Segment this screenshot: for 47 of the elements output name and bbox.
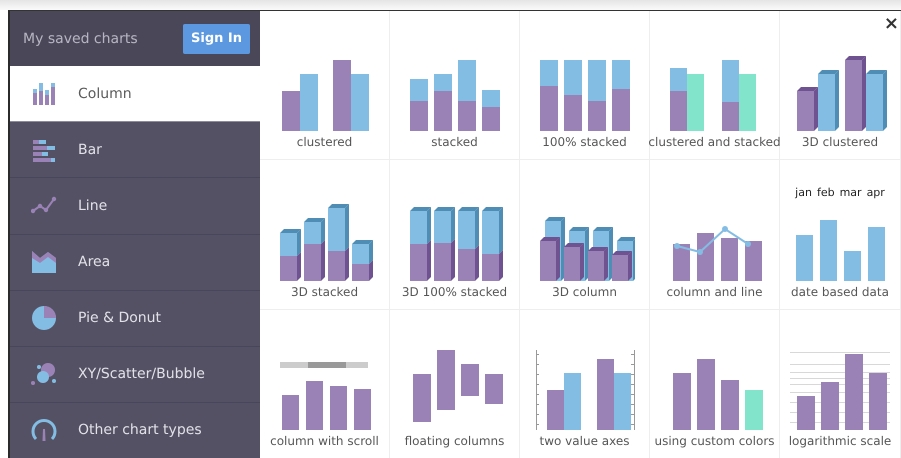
- chart-type-menu-item[interactable]: Area: [10, 234, 260, 291]
- chart-option-tile[interactable]: 3D column: [520, 160, 650, 310]
- close-button[interactable]: ×: [882, 15, 901, 33]
- pie-chart-icon: [31, 305, 57, 332]
- chart-type-menu-item[interactable]: Bar: [10, 122, 260, 178]
- menu-item-label: Other chart types: [78, 422, 202, 438]
- menu-item-label: Bar: [78, 142, 102, 158]
- scatter-chart-icon: [31, 361, 57, 388]
- chart-option-tile[interactable]: stacked: [390, 11, 520, 160]
- menu-item-label: Line: [78, 198, 108, 214]
- chart-option-label: column and line: [666, 284, 763, 299]
- chart-option-tile[interactable]: column and line: [650, 160, 780, 310]
- chart-option-tile[interactable]: clustered and stacked: [650, 11, 780, 160]
- chart-option-label: two value axes: [540, 434, 630, 448]
- chart-type-menu-item[interactable]: XY/Scatter/Bubble: [10, 346, 260, 403]
- chart-option-tile[interactable]: clustered: [260, 11, 390, 160]
- month-label: feb: [816, 186, 835, 199]
- menu-item-label: Area: [78, 254, 110, 270]
- menu-item-label: XY/Scatter/Bubble: [78, 366, 205, 382]
- month-label: apr: [866, 186, 885, 199]
- chart-option-label: column with scroll: [270, 434, 379, 448]
- chart-option-label: 3D 100% stacked: [402, 284, 508, 299]
- chart-type-menu-item[interactable]: Column: [10, 66, 260, 122]
- chart-option-tile[interactable]: jan feb mar apr date based data: [780, 160, 901, 310]
- chart-option-label: stacked: [431, 135, 478, 150]
- chart-option-tile[interactable]: 3D 100% stacked: [390, 160, 520, 310]
- chart-option-label: date based data: [791, 284, 889, 299]
- chart-option-label: 100% stacked: [542, 135, 627, 150]
- chart-option-tile[interactable]: 100% stacked: [520, 11, 650, 160]
- gauge-icon: [31, 417, 57, 444]
- menu-item-label: Pie & Donut: [78, 310, 162, 326]
- chart-option-label: 3D stacked: [290, 284, 358, 299]
- chart-option-label: 3D column: [552, 284, 617, 299]
- chart-option-label: clustered and stacked: [648, 135, 781, 150]
- area-chart-icon: [31, 249, 57, 276]
- chart-option-label: floating columns: [404, 434, 504, 448]
- chart-type-menu-item[interactable]: Pie & Donut: [10, 290, 260, 347]
- column-chart-icon: [31, 80, 57, 107]
- chart-option-tile[interactable]: 3D stacked: [260, 160, 390, 310]
- month-label: mar: [840, 186, 862, 199]
- chart-option-label: clustered: [296, 135, 352, 150]
- chart-option-label: 3D clustered: [802, 135, 878, 150]
- chart-option-label: logarithmic scale: [788, 434, 892, 448]
- month-label: jan: [795, 186, 812, 199]
- chart-option-label: using custom colors: [654, 434, 775, 448]
- saved-charts-label: My saved charts: [23, 30, 138, 47]
- menu-item-label: Column: [78, 86, 132, 102]
